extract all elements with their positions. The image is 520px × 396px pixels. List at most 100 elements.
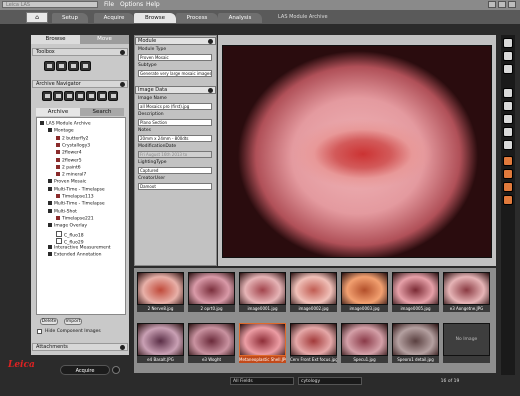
description-field[interactable]: Plano Section <box>138 119 212 126</box>
tree-item[interactable]: Timelapse113 <box>56 194 94 200</box>
thumbnail[interactable]: image0005.jpg <box>392 272 439 312</box>
home-button[interactable]: ⌂ <box>26 12 48 23</box>
tab-archive[interactable]: Archive <box>36 108 80 116</box>
thumbnail[interactable]: image0001.jpg <box>239 272 286 312</box>
refresh-icon[interactable] <box>108 91 118 101</box>
tab-browse[interactable]: Browse <box>134 13 176 23</box>
folder-icon <box>48 208 52 213</box>
lighting-field[interactable]: Captured <box>138 167 212 174</box>
tree-item[interactable]: 2 butterfly2 <box>56 135 89 142</box>
thumbnail[interactable]: 2 Nerve8.jpg <box>137 272 184 312</box>
zoom-out-icon[interactable] <box>503 114 513 124</box>
properties-icon[interactable] <box>86 91 96 101</box>
tree-item[interactable]: Multi-Time - Timelapse <box>48 186 105 192</box>
tab-move[interactable]: Move <box>80 35 129 44</box>
down-arrow-icon[interactable] <box>64 91 74 101</box>
image-icon <box>56 194 60 198</box>
tree-item[interactable]: Crystallogy3 <box>56 142 90 148</box>
creator-field[interactable]: Damoot <box>138 183 212 190</box>
thumbnail[interactable]: image0003.jpg <box>341 272 388 312</box>
up-arrow-icon[interactable] <box>53 91 63 101</box>
menu-file[interactable]: File <box>104 1 114 9</box>
menu-options[interactable]: Options <box>120 1 143 9</box>
thumbnail[interactable]: Cerv Front Ext focus.jpg <box>290 323 337 363</box>
image-name-field[interactable]: all Mosaics pro (first).jpg <box>138 103 212 110</box>
maximize-icon[interactable] <box>498 1 506 8</box>
tab-analysis[interactable]: Analysis <box>218 13 262 23</box>
thumbnail[interactable]: image0002.jpg <box>290 272 337 312</box>
zoom-in-icon[interactable] <box>503 101 513 111</box>
image-data-header: Image Data <box>135 86 216 94</box>
crop-icon[interactable] <box>503 140 513 150</box>
menu-help[interactable]: Help <box>146 1 160 9</box>
thumbnail-caption: 2 Nerve8.jpg <box>137 305 184 312</box>
tree-item[interactable]: 2flower4 <box>56 150 82 156</box>
module-type-field[interactable]: Proven Mosaic <box>138 54 212 61</box>
tab-search[interactable]: Search <box>80 108 124 116</box>
expand-icon[interactable] <box>120 344 125 350</box>
tree-item[interactable]: 2 mineral7 <box>56 172 86 178</box>
tree-item[interactable]: Multi-Shot <box>48 208 77 214</box>
tree-item[interactable]: 2flower5 <box>56 157 82 163</box>
hide-components-checkbox[interactable] <box>37 329 42 334</box>
subtype-field[interactable]: Generate very large mosaic images <box>138 70 212 77</box>
tree-item[interactable]: Multi-Time - Timelapse <box>48 201 105 207</box>
tab-process[interactable]: Process <box>176 13 218 23</box>
collapse-icon[interactable] <box>120 81 125 87</box>
tree-item[interactable]: Proven Mosaic <box>48 179 86 185</box>
thumbnail-image <box>392 272 439 305</box>
split-view-icon[interactable] <box>503 169 513 179</box>
tree-item[interactable]: Interactive Measurement <box>48 245 111 251</box>
export-icon[interactable] <box>503 64 513 74</box>
print-icon[interactable] <box>503 38 513 48</box>
collapse-icon[interactable] <box>120 49 125 55</box>
attachments-header[interactable]: Attachments <box>32 343 128 351</box>
thumbnail[interactable]: e4 Basalt.JPG <box>137 323 184 363</box>
single-view-icon[interactable] <box>503 156 513 166</box>
thumbnail[interactable]: e3 Woght <box>188 323 235 363</box>
main-image[interactable] <box>222 45 492 258</box>
tree-item[interactable]: Extended Annotation <box>48 252 101 258</box>
tree-item-label: 2 butterfly2 <box>62 136 89 142</box>
import-icon[interactable] <box>44 61 55 71</box>
collapse-icon[interactable] <box>208 38 213 44</box>
search-input[interactable]: cytology <box>298 377 362 385</box>
fit-icon[interactable] <box>503 88 513 98</box>
close-icon[interactable] <box>508 1 516 8</box>
collapse-icon[interactable] <box>208 87 213 93</box>
notes-field[interactable]: 20mm x 24mm - 800dts <box>138 135 212 142</box>
new-folder-icon[interactable] <box>42 91 52 101</box>
grid-view-icon[interactable] <box>503 182 513 192</box>
capture-icon[interactable] <box>112 366 120 374</box>
grid-view-icon[interactable] <box>68 61 79 71</box>
thumbnail[interactable]: Specu1.jpg <box>341 323 388 363</box>
thumbnail[interactable]: 2 oprt0.jpg <box>188 272 235 312</box>
compare-view-icon[interactable] <box>503 195 513 205</box>
import-button[interactable]: Import <box>64 318 82 325</box>
document-icon <box>56 230 62 237</box>
tree-item[interactable]: 2 paint6 <box>56 164 81 170</box>
thumbnail-caption: 2 oprt0.jpg <box>188 305 235 312</box>
filter-select[interactable]: All Fields <box>230 377 294 385</box>
thumbnail[interactable]: Speoro1 detail.jpg <box>392 323 439 363</box>
thumbnail[interactable]: e3 Aongetne.JPG <box>443 272 490 312</box>
acquire-button[interactable]: Acquire <box>60 365 110 375</box>
save-icon[interactable] <box>503 51 513 61</box>
export-icon[interactable] <box>56 61 67 71</box>
tree-item[interactable]: LAS Module Archive <box>40 121 91 127</box>
minimize-icon[interactable] <box>488 1 496 8</box>
thumbnail[interactable]: Metaneoplastic Shell.JPG <box>239 323 286 363</box>
tree-item[interactable]: Image Overlay <box>48 223 87 229</box>
thumbnail-caption: image0005.jpg <box>392 305 439 312</box>
rotate-icon[interactable] <box>503 127 513 137</box>
delete-button[interactable]: Delete <box>40 318 58 325</box>
print-icon[interactable] <box>80 61 91 71</box>
delete-icon[interactable] <box>97 91 107 101</box>
tree-item[interactable]: Timelapse221 <box>56 215 94 221</box>
tab-acquire[interactable]: Acquire <box>94 13 134 23</box>
tree-item[interactable]: Montage <box>48 128 74 134</box>
tab-browse-panel[interactable]: Browse <box>31 35 80 44</box>
rename-icon[interactable] <box>75 91 85 101</box>
thumbnail[interactable]: No Image <box>443 323 490 363</box>
tab-setup[interactable]: Setup <box>52 13 88 23</box>
